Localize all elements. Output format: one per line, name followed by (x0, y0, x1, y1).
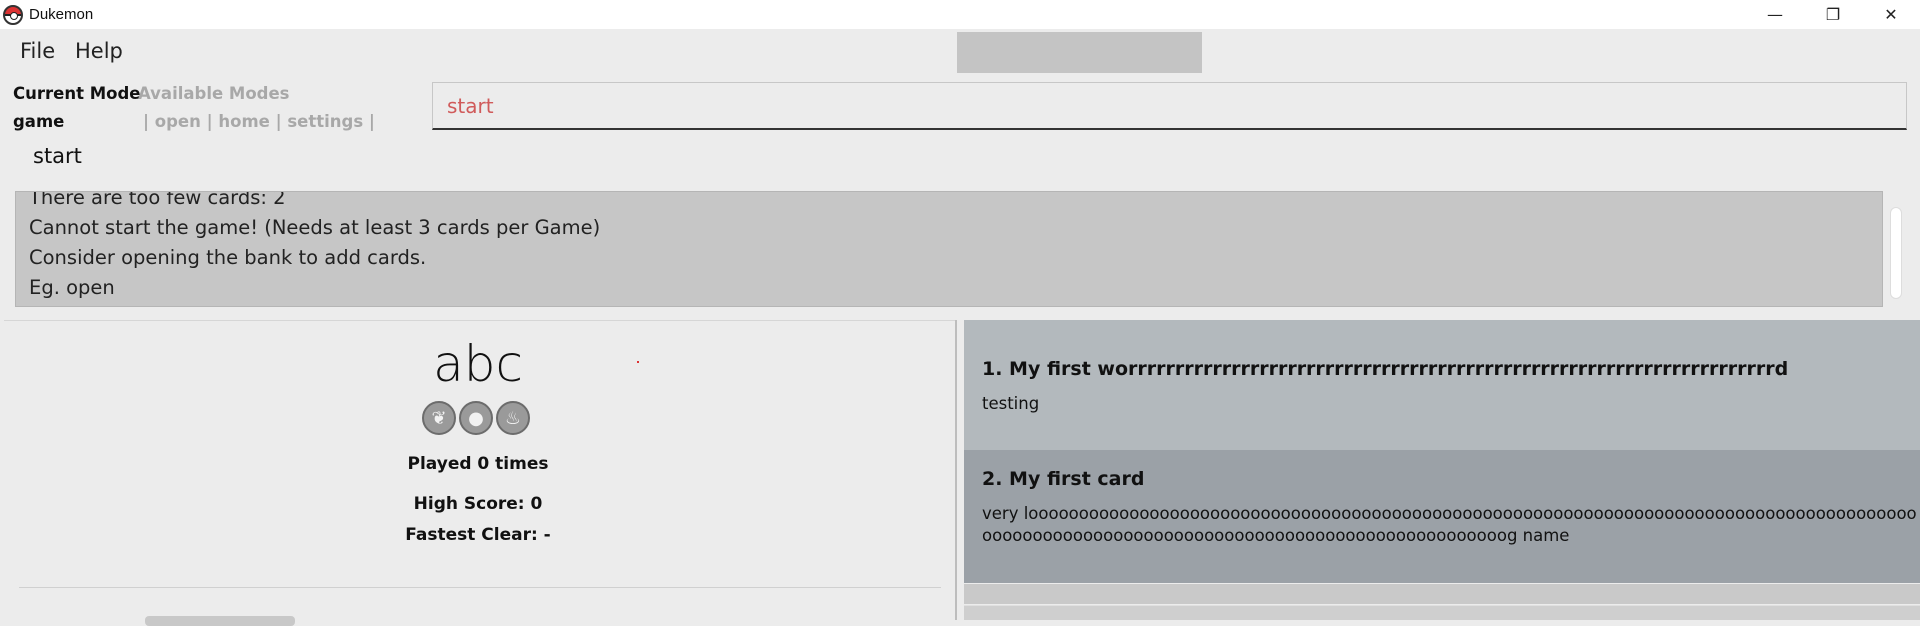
command-echo: start (33, 144, 82, 168)
current-mode-label: Current Mode (13, 84, 141, 103)
fire-icon: ♨ (496, 401, 530, 435)
window-controls: — ❐ ✕ (1746, 0, 1920, 29)
card-list-item[interactable] (964, 605, 1920, 620)
result-display[interactable]: There are too few cards: 2 Cannot start … (15, 191, 1883, 307)
menu-placeholder-box (957, 32, 1202, 73)
fastest-clear: Fastest Clear: - (405, 525, 551, 545)
window-title: Dukemon (29, 6, 94, 23)
card-description: testing (982, 394, 1040, 413)
menu-bar: File Help (0, 29, 1920, 73)
restore-icon[interactable]: ❐ (1804, 0, 1862, 29)
result-scrollbar[interactable] (1890, 207, 1902, 299)
result-line: Consider opening the bank to add cards. (29, 246, 427, 269)
badge-row: ❦ ● ♨ (422, 401, 530, 435)
card-list-item[interactable]: 2. My first card very looooooooooooooooo… (964, 450, 1920, 583)
high-score: High Score: 0 (413, 494, 543, 514)
pokeball-app-icon (3, 4, 23, 25)
partial-button[interactable] (145, 616, 295, 626)
result-line: There are too few cards: 2 (29, 191, 286, 209)
water-icon: ● (459, 401, 493, 435)
panel-divider[interactable] (955, 320, 957, 620)
command-input[interactable] (433, 83, 1906, 128)
minimize-icon[interactable]: — (1746, 0, 1804, 29)
card-list-item[interactable]: 1. My first worrrrrrrrrrrrrrrrrrrrrrrrrr… (964, 320, 1920, 450)
command-box (432, 82, 1907, 130)
close-icon[interactable]: ✕ (1862, 0, 1920, 29)
result-line: Eg. open (29, 276, 115, 299)
divider (19, 587, 941, 588)
played-count: Played 0 times (407, 454, 549, 474)
available-modes-list: | open | home | settings | (143, 112, 375, 131)
stray-dot (637, 361, 639, 363)
available-modes-label: Available Modes (138, 84, 290, 103)
menu-file[interactable]: File (20, 39, 55, 63)
card-list-item[interactable] (964, 584, 1920, 604)
leaf-icon: ❦ (422, 401, 456, 435)
card-title: 1. My first worrrrrrrrrrrrrrrrrrrrrrrrrr… (982, 358, 1789, 380)
title-bar: Dukemon — ❐ ✕ (0, 0, 1920, 29)
bank-panel: abc ❦ ● ♨ Played 0 times High Score: 0 F… (4, 320, 956, 626)
card-description: very loooooooooooooooooooooooooooooooooo… (982, 504, 1917, 545)
current-mode-value: game (13, 112, 65, 131)
menu-help[interactable]: Help (75, 39, 123, 63)
card-title: 2. My first card (982, 468, 1145, 490)
bank-title: abc (433, 335, 523, 393)
result-line: Cannot start the game! (Needs at least 3… (29, 216, 601, 239)
